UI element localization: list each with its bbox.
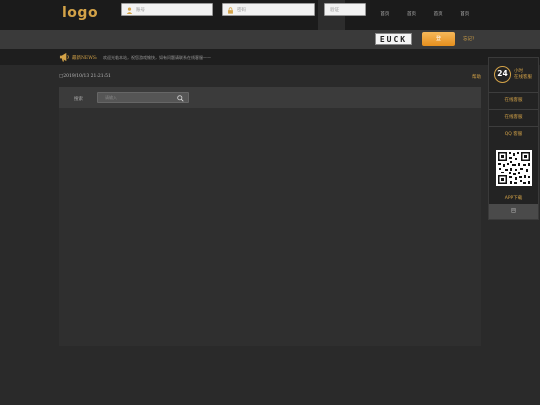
nav-item[interactable]: 首页 — [372, 0, 399, 30]
username-field[interactable]: 账号 — [121, 3, 213, 16]
service-header: 24 小时 在线客服 — [489, 58, 538, 92]
customer-service-sidebar: 24 小时 在线客服 在线客服 在线客服 QQ 客服 APP下载 回 — [488, 57, 539, 220]
logo[interactable]: logo — [62, 5, 98, 21]
nav-item[interactable]: 首页 — [398, 0, 425, 30]
content-toolbar: 搜索 请输入 — [59, 87, 481, 108]
help-link[interactable]: 帮助 — [472, 74, 481, 80]
online-service-link[interactable]: 在线客服 — [489, 92, 538, 109]
qq-service-link[interactable]: QQ 客服 — [489, 126, 538, 143]
search-label: 搜索 — [74, 96, 83, 102]
service-hours: 小时 在线客服 — [514, 69, 532, 81]
forgot-password-link[interactable]: 忘记? — [463, 36, 474, 42]
login-button[interactable]: 登 — [422, 32, 455, 46]
login-bar — [0, 30, 540, 49]
captcha-field[interactable]: 验证 — [324, 3, 366, 16]
badge-24: 24 — [494, 66, 511, 83]
search-placeholder: 请输入 — [105, 95, 117, 100]
lock-icon — [228, 6, 233, 14]
megaphone-icon — [59, 52, 69, 62]
captcha-image[interactable]: EUCK — [375, 33, 412, 45]
back-to-top-button[interactable]: 回 — [489, 204, 538, 219]
nav-item[interactable]: 首页 — [425, 0, 452, 30]
user-icon — [126, 6, 133, 14]
password-placeholder: 密码 — [237, 8, 246, 13]
online-service-link[interactable]: 在线客服 — [489, 109, 538, 126]
search-input[interactable]: 请输入 — [97, 92, 189, 103]
hours-line2: 在线客服 — [514, 75, 532, 80]
search-icon[interactable] — [177, 94, 184, 102]
content-panel: 搜索 请输入 — [59, 87, 481, 346]
app-download-label: APP下载 — [504, 196, 523, 201]
username-placeholder: 账号 — [136, 8, 145, 13]
news-label: 最新NEWS: — [72, 55, 98, 61]
timestamp: □2019/10/13 21:21:51 — [59, 74, 111, 79]
password-field[interactable]: 密码 — [222, 3, 315, 16]
captcha-placeholder: 验证 — [330, 8, 339, 13]
nav-item[interactable]: 首页 — [451, 0, 478, 30]
qr-code-image — [496, 150, 532, 186]
news-ticker[interactable]: 欢迎光临本站，祝您游戏愉快，如有问题请联系在线客服—— — [103, 55, 211, 61]
